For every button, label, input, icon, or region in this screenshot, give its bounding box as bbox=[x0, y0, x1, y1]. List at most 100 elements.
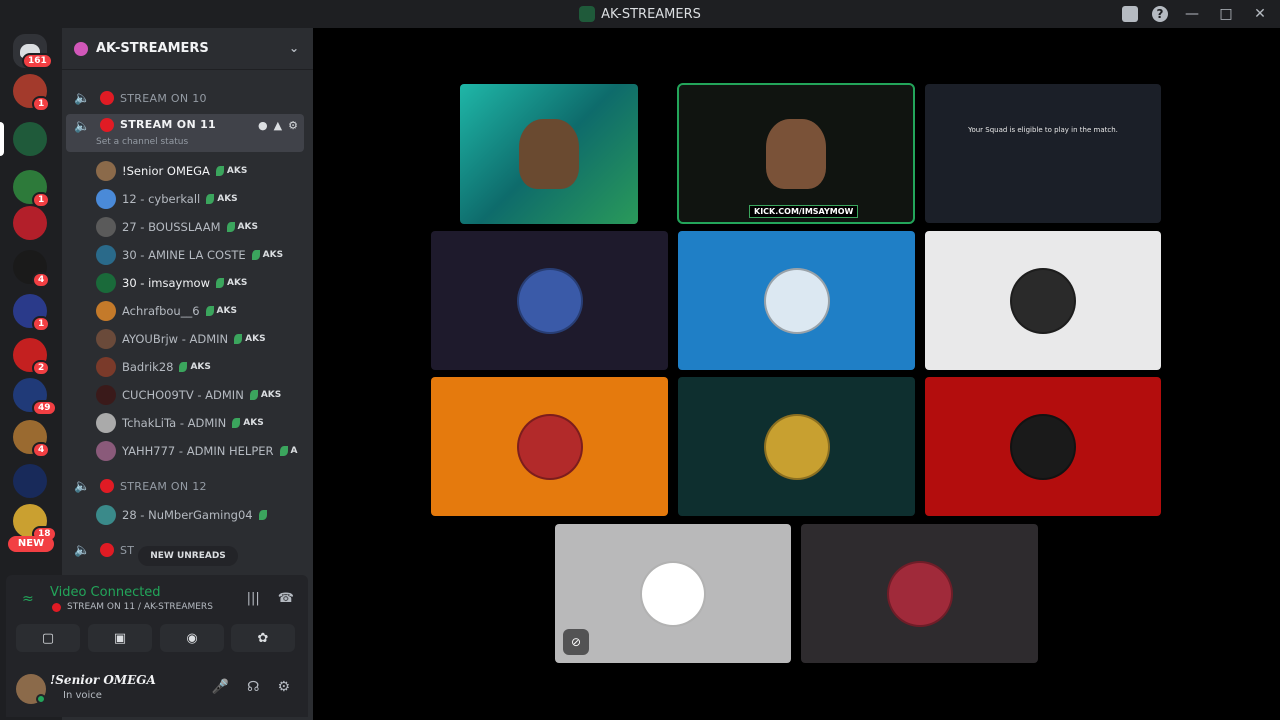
maximize-icon[interactable]: □ bbox=[1216, 4, 1236, 24]
channel-name: STREAM ON 10 bbox=[120, 91, 207, 105]
voice-user[interactable]: 27 - BOUSSLAAM AKS bbox=[96, 214, 306, 240]
invite-icon[interactable]: ▲ bbox=[274, 119, 282, 132]
help-icon[interactable]: ? bbox=[1152, 6, 1168, 22]
new-unreads-button[interactable]: NEW UNREADS bbox=[138, 546, 238, 566]
settings-icon[interactable]: ⚙ bbox=[288, 119, 298, 132]
speaker-icon: 🔈 bbox=[74, 542, 91, 558]
avatar bbox=[96, 189, 116, 209]
user-status: In voice bbox=[63, 690, 102, 701]
user-name: !Senior OMEGA bbox=[122, 164, 210, 178]
voice-user[interactable]: !Senior OMEGA AKS bbox=[96, 158, 306, 184]
close-icon[interactable]: ✕ bbox=[1250, 4, 1270, 24]
video-tile-webcam[interactable] bbox=[460, 84, 638, 224]
leaf-icon bbox=[232, 418, 241, 428]
voice-channel-stream-11[interactable]: 🔈 STREAM ON 11 Set a channel status ● ▲ … bbox=[66, 114, 304, 152]
new-badge: NEW bbox=[8, 536, 54, 552]
share-screen-button[interactable]: ▣ bbox=[88, 624, 152, 652]
voice-connection-panel: ≈ Video Connected STREAM ON 11 / AK-STRE… bbox=[6, 575, 308, 661]
camera-muted-icon: ⊘ bbox=[563, 629, 589, 655]
active-server-indicator bbox=[0, 122, 4, 156]
voice-user[interactable]: 30 - imsaymow AKS bbox=[96, 270, 306, 296]
username[interactable]: !Senior OMEGA bbox=[50, 673, 156, 687]
voice-user[interactable]: 28 - NuMberGaming04 bbox=[96, 502, 306, 528]
clan-tag-text: AKS bbox=[226, 278, 248, 288]
avatar bbox=[96, 217, 116, 237]
soundboard-button[interactable]: ✿ bbox=[231, 624, 295, 652]
voice-channel-stream-10[interactable]: 🔈 STREAM ON 10 bbox=[66, 84, 304, 112]
window-title-group: AK-STREAMERS bbox=[579, 6, 701, 22]
chevron-down-icon[interactable]: ⌄ bbox=[289, 41, 299, 55]
noise-suppression-icon[interactable]: ||| bbox=[247, 591, 260, 606]
user-name: YAHH777 - ADMIN HELPER bbox=[122, 444, 274, 458]
channel-name: STREAM ON 11 bbox=[120, 118, 216, 131]
voice-user[interactable]: Achrafbou__6 AKS bbox=[96, 298, 306, 324]
minimize-icon[interactable]: — bbox=[1182, 4, 1202, 24]
activities-button[interactable]: ◉ bbox=[160, 624, 224, 652]
microphone-icon[interactable]: 🎤 bbox=[212, 679, 229, 695]
chat-icon[interactable]: ● bbox=[258, 119, 268, 132]
user-name: Achrafbou__6 bbox=[122, 304, 200, 318]
voice-user[interactable]: YAHH777 - ADMIN HELPER A bbox=[96, 438, 306, 464]
server-icon[interactable] bbox=[13, 206, 47, 240]
video-tile-imsaymow[interactable]: KICK.COM/IMSAYMOW bbox=[677, 83, 915, 224]
avatar bbox=[96, 385, 116, 405]
server-icon[interactable] bbox=[13, 122, 47, 156]
avatar bbox=[96, 357, 116, 377]
voice-user[interactable]: TchakLiTa - ADMIN AKS bbox=[96, 410, 306, 436]
server-icon[interactable] bbox=[13, 464, 47, 498]
disconnect-icon[interactable]: ☎ bbox=[278, 591, 294, 606]
video-tile-avatar[interactable] bbox=[431, 231, 668, 370]
clan-tag-text: A bbox=[290, 446, 298, 456]
gamepad-icon: ◉ bbox=[186, 630, 198, 646]
leaf-icon bbox=[226, 222, 235, 232]
video-tile-avatar[interactable] bbox=[678, 377, 915, 516]
voice-user[interactable]: AYOUBrjw - ADMIN AKS bbox=[96, 326, 306, 352]
video-tile-avatar[interactable] bbox=[801, 524, 1038, 663]
voice-actions: ||| ☎ bbox=[247, 591, 294, 606]
clan-tag-text: AKS bbox=[262, 250, 284, 260]
video-tile-avatar[interactable] bbox=[925, 377, 1161, 516]
avatar bbox=[96, 329, 116, 349]
soundboard-icon: ✿ bbox=[257, 630, 269, 646]
video-tile-avatar[interactable] bbox=[431, 377, 668, 516]
user-controls: 🎤 ☊ ⚙ bbox=[212, 679, 290, 695]
mention-badge: 1 bbox=[32, 192, 51, 208]
voice-channel-link[interactable]: STREAM ON 11 / AK-STREAMERS bbox=[52, 602, 213, 612]
avatar bbox=[516, 413, 583, 480]
clan-tag: AKS bbox=[179, 362, 211, 372]
voice-user[interactable]: 12 - cyberkall AKS bbox=[96, 186, 306, 212]
leaf-icon bbox=[215, 278, 224, 288]
mention-badge: 49 bbox=[32, 400, 57, 416]
voice-user[interactable]: CUCHO09TV - ADMIN AKS bbox=[96, 382, 306, 408]
mention-badge: 1 bbox=[32, 316, 51, 332]
voice-user[interactable]: Badrik28 AKS bbox=[96, 354, 306, 380]
video-tile-game-screen[interactable]: Your Squad is eligible to play in the ma… bbox=[925, 84, 1161, 223]
user-settings-icon[interactable]: ⚙ bbox=[277, 679, 290, 695]
leaf-icon bbox=[179, 362, 188, 372]
clan-tag-text: AKS bbox=[226, 166, 248, 176]
mention-badge: 4 bbox=[32, 442, 51, 458]
video-tile-avatar[interactable] bbox=[678, 231, 915, 370]
home-mention-badge: 161 bbox=[22, 53, 53, 69]
user-name: 28 - NuMberGaming04 bbox=[122, 508, 253, 522]
video-tile-avatar[interactable] bbox=[925, 231, 1161, 370]
channel-actions: ● ▲ ⚙ bbox=[258, 119, 298, 132]
leaf-icon bbox=[215, 166, 224, 176]
headphones-icon[interactable]: ☊ bbox=[247, 679, 259, 695]
avatar bbox=[763, 413, 830, 480]
voice-status-title[interactable]: Video Connected bbox=[50, 585, 161, 600]
camera-toggle-button[interactable]: ▢ bbox=[16, 624, 80, 652]
user-panel: !Senior OMEGA In voice 🎤 ☊ ⚙ bbox=[6, 661, 308, 717]
inbox-icon[interactable] bbox=[1122, 6, 1138, 22]
video-grid: KICK.COM/IMSAYMOW Your Squad is eligible… bbox=[313, 28, 1280, 720]
leaf-icon bbox=[251, 250, 260, 260]
signal-icon[interactable]: ≈ bbox=[22, 591, 38, 607]
voice-user[interactable]: 30 - AMINE LA COSTE AKS bbox=[96, 242, 306, 268]
live-dot-icon bbox=[100, 91, 114, 105]
video-tile-avatar[interactable]: ⊘ bbox=[555, 524, 791, 663]
clan-tag-text: AKS bbox=[190, 362, 211, 372]
server-header[interactable]: AK-STREAMERS ⌄ bbox=[62, 28, 313, 70]
clan-tag: AKS bbox=[234, 334, 266, 344]
voice-channel-stream-12[interactable]: 🔈 STREAM ON 12 bbox=[66, 472, 304, 500]
channel-status[interactable]: Set a channel status bbox=[96, 137, 188, 147]
